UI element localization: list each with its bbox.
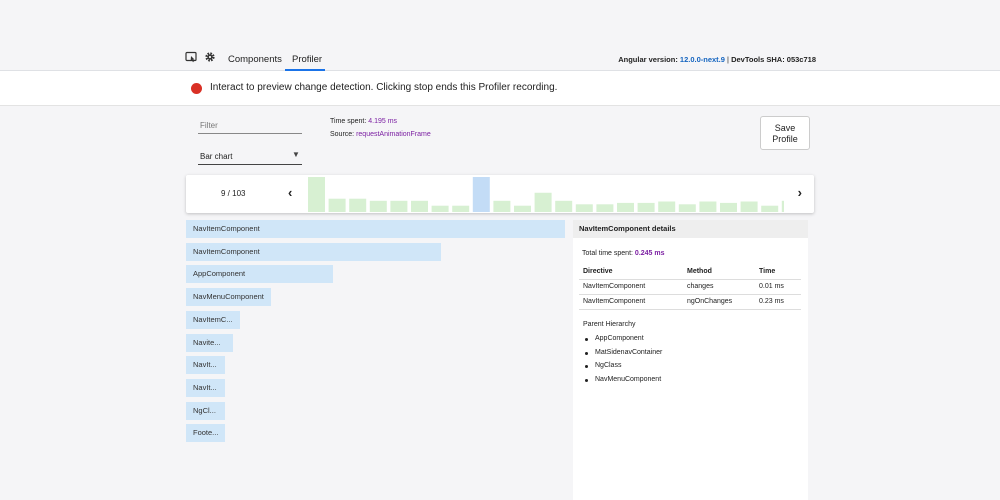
component-bar[interactable]: NavItemComponent (186, 220, 565, 238)
source-label: Source: (330, 131, 355, 138)
chevron-right-icon[interactable]: › (798, 185, 802, 200)
tab-components[interactable]: Components (228, 54, 282, 65)
frame-bars-chart[interactable] (308, 176, 784, 212)
frame-time-spent: Time spent: 4.195 ms (330, 118, 397, 125)
component-bar[interactable]: AppComponent (186, 265, 333, 284)
table-row: NavItemComponent changes 0.01 ms (579, 279, 801, 295)
column-header-time: Time (755, 264, 801, 280)
table-row: NavItemComponent ngOnChanges 0.23 ms (579, 294, 801, 310)
table-cell: NavItemComponent (579, 279, 683, 295)
frame-bar[interactable] (761, 205, 779, 212)
frame-bar[interactable] (411, 200, 428, 212)
frame-bar[interactable] (534, 192, 552, 212)
frame-bar[interactable] (514, 205, 531, 212)
devtools-toolbar: Components Profiler (0, 48, 1000, 71)
component-bar[interactable]: NavIt... (186, 356, 225, 375)
frame-bar[interactable] (349, 198, 367, 212)
parent-hierarchy-title: Parent Hierarchy (583, 321, 636, 328)
list-item: NgClass (583, 362, 662, 376)
tab-profiler[interactable]: Profiler (292, 54, 322, 65)
frame-bar[interactable] (431, 205, 449, 212)
filter-underline (198, 133, 302, 134)
bar-chart-flame: NavItemComponent NavItemComponent AppCompo… (186, 220, 566, 450)
directive-table: Directive Method Time NavItemComponent c… (579, 264, 801, 310)
time-spent-value: 4.195 ms (368, 118, 398, 125)
details-title: NavItemComponent details (573, 220, 808, 238)
details-panel: NavItemComponent details Total time spen… (573, 220, 808, 500)
parent-hierarchy-list: AppComponent MatSidenavContainer NgClass… (583, 335, 662, 390)
version-info: Angular version: 12.0.0-next.9 | DevTool… (618, 55, 816, 64)
component-bar[interactable]: Foote... (186, 424, 225, 443)
frame-bar[interactable] (369, 200, 387, 212)
frame-bar[interactable] (493, 200, 511, 212)
frame-bar[interactable] (637, 202, 655, 212)
list-item: NavMenuComponent (583, 376, 662, 390)
total-time-label: Total time spent: (582, 250, 633, 257)
component-bar[interactable]: NavItemC... (186, 310, 240, 329)
table-cell: 0.01 ms (755, 279, 801, 295)
frame-bar[interactable] (740, 201, 758, 213)
frame-bar[interactable] (699, 201, 717, 213)
frame-bar[interactable] (452, 205, 470, 212)
frame-bar[interactable] (781, 200, 784, 212)
frame-bar[interactable] (617, 202, 634, 212)
chevron-down-icon[interactable]: ▼ (292, 150, 300, 159)
frame-bar[interactable] (658, 201, 676, 213)
angular-version-value: 12.0.0-next.9 (679, 55, 725, 64)
list-item: MatSidenavContainer (583, 349, 662, 363)
frame-bar[interactable] (720, 202, 737, 212)
component-bar[interactable]: NavItemComponent (186, 242, 441, 261)
record-stop-icon[interactable] (191, 83, 202, 94)
devtools-sha-label: DevTools SHA: (731, 55, 785, 64)
filter-input[interactable]: Filter (200, 121, 218, 130)
component-bar[interactable]: NgCl... (186, 401, 225, 420)
recording-banner: Interact to preview change detection. Cl… (0, 71, 1000, 106)
select-underline (198, 164, 302, 165)
chevron-left-icon[interactable]: ‹ (288, 185, 292, 200)
frame-bar[interactable] (390, 200, 408, 212)
column-header-directive: Directive (579, 264, 683, 280)
time-spent-label: Time spent: (330, 118, 367, 125)
version-separator: | (727, 55, 729, 64)
total-time-value: 0.245 ms (634, 250, 665, 257)
frame-bar[interactable] (596, 204, 614, 212)
frame-counter: 9 / 103 (221, 189, 246, 198)
frame-bar[interactable] (555, 200, 573, 212)
table-cell: ngOnChanges (683, 294, 755, 310)
view-mode-select[interactable]: Bar chart (200, 152, 232, 161)
devtools-sha-value: 053c718 (786, 55, 816, 64)
table-cell: 0.23 ms (755, 294, 801, 310)
frame-bar[interactable] (678, 204, 696, 212)
column-header-method: Method (683, 264, 755, 280)
save-profile-button[interactable]: Save Profile (760, 116, 810, 150)
frame-bar-selected[interactable] (472, 177, 490, 212)
table-header-row: Directive Method Time (579, 264, 801, 280)
gear-icon[interactable] (203, 51, 217, 65)
source-value: requestAnimationFrame (356, 131, 431, 138)
total-time-spent: Total time spent: 0.245 ms (582, 250, 665, 257)
table-cell: changes (683, 279, 755, 295)
component-bar[interactable]: NavIt... (186, 378, 225, 397)
angular-version-label: Angular version: (618, 55, 678, 64)
frame-bar[interactable] (575, 204, 593, 212)
inspect-element-icon[interactable] (184, 51, 198, 65)
frame-bar[interactable] (308, 177, 325, 212)
save-profile-label-line2: Profile (772, 134, 798, 144)
frame-bar[interactable] (328, 198, 346, 212)
frame-selector: 9 / 103 ‹ › (186, 175, 814, 213)
save-profile-label-line1: Save (774, 123, 796, 133)
list-item: AppComponent (583, 335, 662, 349)
table-cell: NavItemComponent (579, 294, 683, 310)
component-bar[interactable]: NavMenuComponent (186, 288, 271, 307)
top-blank-area (0, 0, 1000, 48)
recording-instructions: Interact to preview change detection. Cl… (210, 82, 558, 93)
component-bar[interactable]: Navite... (186, 333, 233, 352)
frame-source: Source: requestAnimationFrame (330, 131, 431, 138)
